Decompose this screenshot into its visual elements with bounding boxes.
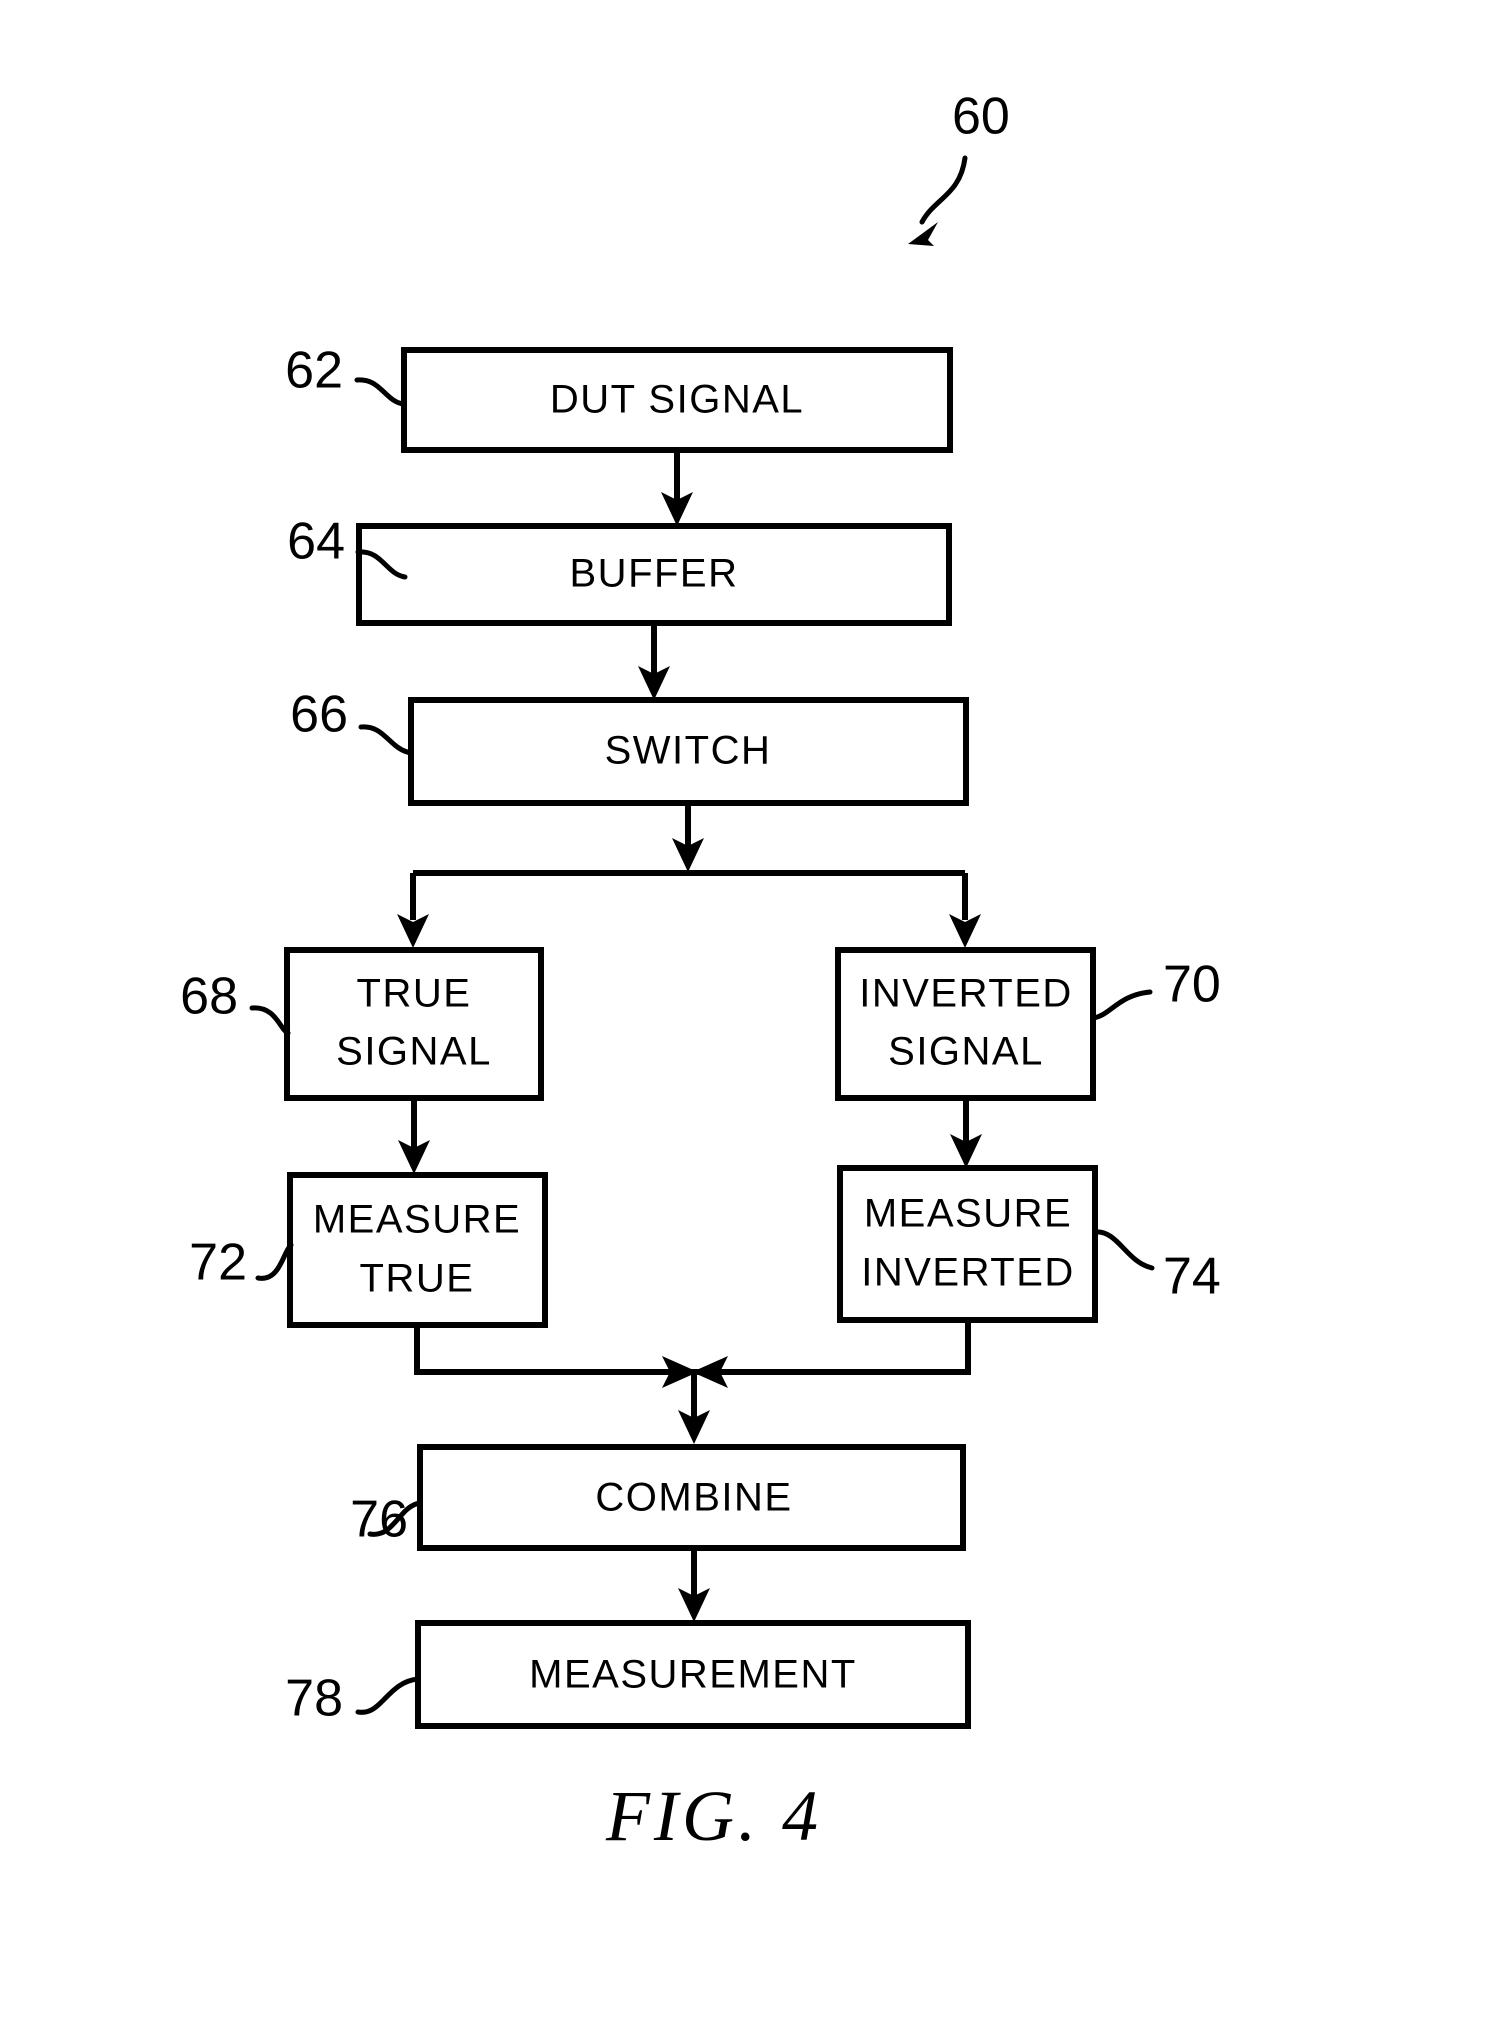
- node-label-measurement: MEASUREMENT: [529, 1653, 857, 1697]
- lead-line-70: [1090, 989, 1153, 1021]
- node-label-true-signal-line2: SIGNAL: [336, 1030, 492, 1074]
- ref-number-66: 66: [290, 686, 348, 744]
- ref-number-74: 74: [1163, 1248, 1221, 1306]
- node-label-inverted-signal-line2: SIGNAL: [888, 1030, 1044, 1074]
- lead-line-72: [255, 1242, 294, 1281]
- merge-bus-left: [414, 1325, 700, 1375]
- lead-line-66: [358, 724, 414, 756]
- ref-number-72: 72: [189, 1234, 247, 1292]
- node-label-measure-true-line1: MEASURE: [313, 1198, 521, 1242]
- ref-number-64: 64: [287, 513, 345, 571]
- node-label-measure-inverted-line1: MEASURE: [864, 1192, 1072, 1236]
- lead-line-62: [354, 377, 407, 407]
- lead-line-60: [919, 155, 968, 225]
- merge-bus-right: [690, 1320, 971, 1375]
- ref-number-60: 60: [952, 88, 1010, 146]
- figure-caption: FIG. 4: [605, 1776, 822, 1856]
- node-label-true-signal-line1: TRUE: [357, 972, 472, 1016]
- node-label-measure-true-line2: TRUE: [360, 1257, 475, 1301]
- lead-line-68: [249, 1005, 291, 1036]
- ref-number-78: 78: [285, 1670, 343, 1728]
- node-label-buffer: BUFFER: [570, 552, 739, 596]
- lead-line-74: [1092, 1229, 1155, 1271]
- ref-number-68: 68: [180, 968, 238, 1026]
- node-label-combine: COMBINE: [595, 1476, 792, 1520]
- lead-arrow-60: [908, 222, 938, 246]
- ref-number-62: 62: [285, 342, 343, 400]
- figure-canvas: 60 DUT SIGNAL 62 BUFFER 64 SWITCH 66 TRU…: [180, 88, 1221, 1856]
- node-label-switch: SWITCH: [605, 729, 772, 773]
- lead-line-78: [355, 1676, 421, 1715]
- node-label-measure-inverted-line2: INVERTED: [861, 1251, 1075, 1295]
- patent-figure: 60 DUT SIGNAL 62 BUFFER 64 SWITCH 66 TRU…: [0, 0, 1499, 2019]
- ref-number-70: 70: [1163, 956, 1221, 1014]
- node-label-dut-signal: DUT SIGNAL: [550, 378, 804, 422]
- node-label-inverted-signal-line1: INVERTED: [859, 972, 1073, 1016]
